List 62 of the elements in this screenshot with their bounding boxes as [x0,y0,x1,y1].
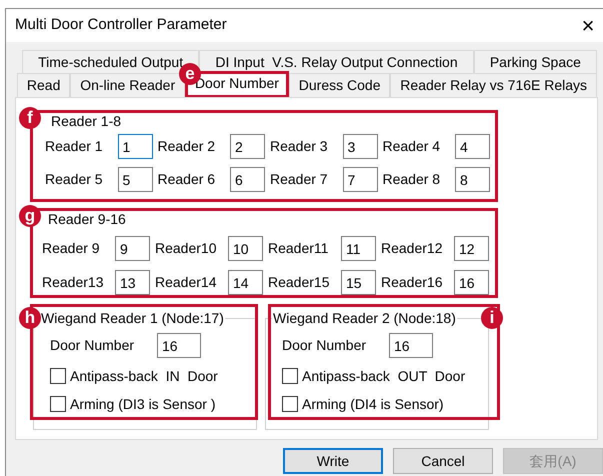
reader-number-field[interactable]: 7 [342,167,378,192]
field-label: Reader14 [155,273,218,292]
close-button[interactable]: × [577,14,599,36]
reader-number-field[interactable]: 6 [230,167,265,192]
checkbox[interactable] [50,396,66,412]
reader-number-field[interactable]: 1 [118,134,152,159]
tab[interactable]: On-line Reader [70,73,186,97]
field-label: Reader13 [42,273,104,292]
checkbox-label: Antipass-back IN Door [70,366,218,386]
field-label: Door Number [50,336,136,355]
field-label: Reader 2 [158,137,216,156]
tab[interactable]: Parking Space [474,50,598,73]
checkbox-label: Antipass-back OUT Door [302,366,466,386]
callout-badge: i [481,307,503,329]
callout-badge: g [19,205,41,227]
door-number-field[interactable]: 16 [157,333,201,358]
field-label: Reader 6 [158,170,216,189]
tab[interactable]: DI Input V.S. Relay Output Connection [199,50,474,73]
checkbox[interactable] [282,396,298,412]
window-title: Multi Door Controller Parameter [15,15,227,36]
reader-number-field[interactable]: 2 [230,134,265,159]
field-label: Reader10 [155,239,218,258]
field-label: Reader 9 [42,239,101,258]
field-label: Reader11 [268,239,330,258]
reader-number-field[interactable]: 15 [341,270,376,295]
group-title: Wiegand Reader 2 (Node:18) [272,310,457,326]
door-number-field[interactable]: 16 [389,333,433,358]
reader-number-field[interactable]: 8 [455,167,490,192]
tab[interactable]: Read [17,73,70,97]
reader-number-field[interactable]: 4 [455,134,490,159]
field-label: Reader 1 [45,137,104,156]
reader-number-field[interactable]: 5 [118,167,152,192]
tab[interactable]: Reader Relay vs 716E Relays [390,73,597,97]
field-label: Reader16 [381,273,444,292]
reader-number-field[interactable]: 12 [454,236,489,261]
reader-number-field[interactable]: 9 [115,236,150,261]
field-label: Reader12 [381,239,444,258]
group-title: Reader 9-16 [47,211,127,229]
checkbox-label: Arming (DI4 is Sensor) [302,394,444,414]
checkbox-label: Arming (DI3 is Sensor ) [70,394,216,414]
callout-badge: f [19,107,41,129]
group-title: Reader 1-8 [50,113,122,131]
reader-number-field[interactable]: 10 [228,236,263,261]
field-label: Reader 7 [270,170,329,189]
field-label: Reader 4 [382,137,442,156]
reader-number-field[interactable]: 14 [228,270,263,295]
field-label: Reader15 [268,273,330,292]
checkbox[interactable] [282,368,298,384]
callout-badge: h [19,307,41,329]
group-title: Wiegand Reader 1 (Node:17) [40,310,225,326]
reader-number-field[interactable]: 13 [115,270,150,295]
reader-number-field[interactable]: 16 [454,270,489,295]
checkbox[interactable] [50,368,66,384]
dialog-button[interactable]: Write [283,448,383,474]
reader-number-field[interactable]: 3 [342,134,378,159]
field-label: Door Number [282,336,368,355]
field-label: Reader 5 [45,170,104,189]
reader-number-field[interactable]: 11 [341,236,376,261]
dialog-button[interactable]: Cancel [393,448,493,474]
field-label: Reader 8 [382,170,442,189]
tab[interactable]: Duress Code [288,73,390,97]
field-label: Reader 3 [270,137,329,156]
